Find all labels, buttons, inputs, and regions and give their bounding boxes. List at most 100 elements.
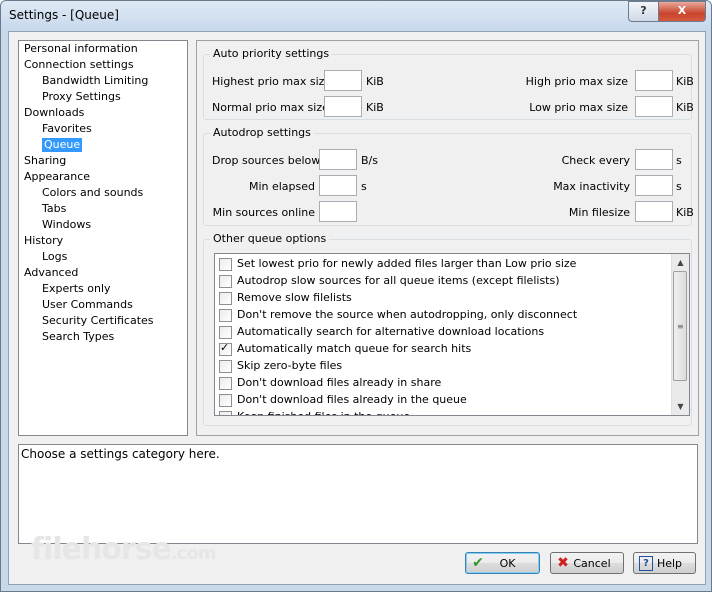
- high-prio-input[interactable]: [635, 70, 673, 91]
- window-title: Settings - [Queue]: [9, 8, 119, 22]
- tree-item-windows[interactable]: Windows: [42, 218, 91, 232]
- vertical-scrollbar[interactable]: ▲ ≡ ▼: [671, 254, 689, 415]
- min-elapsed-label: Min elapsed: [248, 180, 315, 193]
- queue-option-item[interactable]: Autodrop slow sources for all queue item…: [215, 273, 671, 290]
- help-title-button[interactable]: ?: [628, 1, 659, 22]
- drop-sources-below-input[interactable]: [319, 149, 357, 170]
- other-queue-options-group: Other queue options Keep finished files …: [203, 232, 692, 426]
- tree-item-experts-only[interactable]: Experts only: [42, 282, 111, 296]
- queue-option-item[interactable]: Set lowest prio for newly added files la…: [215, 256, 671, 273]
- checkbox[interactable]: [219, 275, 232, 288]
- checkbox[interactable]: [219, 377, 232, 390]
- auto-priority-title: Auto priority settings: [210, 47, 333, 60]
- min-filesize-label: Min filesize: [568, 206, 630, 219]
- highest-prio-unit: KiB: [366, 75, 384, 88]
- drop-sources-below-unit: B/s: [361, 154, 378, 167]
- max-inactivity-input[interactable]: [635, 175, 673, 196]
- dialog-client-area: Personal information Connection settings B…: [8, 31, 706, 585]
- tree-item-queue[interactable]: Queue: [42, 138, 83, 152]
- watermark-logo: filehorse.com: [31, 532, 217, 567]
- tree-item-colors-and-sounds[interactable]: Colors and sounds: [42, 186, 143, 200]
- scroll-down-arrow-icon[interactable]: ▼: [672, 398, 689, 415]
- tree-item-proxy-settings[interactable]: Proxy Settings: [42, 90, 121, 104]
- other-queue-options-title: Other queue options: [210, 232, 330, 245]
- check-every-input[interactable]: [635, 149, 673, 170]
- checkbox[interactable]: [219, 360, 232, 373]
- tree-item-downloads[interactable]: Downloads: [24, 106, 84, 120]
- high-prio-unit: KiB: [676, 75, 694, 88]
- normal-prio-unit: KiB: [366, 101, 384, 114]
- low-prio-unit: KiB: [676, 101, 694, 114]
- scroll-up-arrow-icon[interactable]: ▲: [672, 254, 689, 271]
- queue-option-label: Automatically match queue for search hit…: [237, 342, 472, 355]
- min-sources-online-label: Min sources online: [212, 206, 315, 219]
- max-inactivity-unit: s: [676, 180, 682, 193]
- queue-option-item[interactable]: Remove slow filelists: [215, 290, 671, 307]
- normal-prio-input[interactable]: [324, 96, 362, 117]
- settings-category-tree[interactable]: Personal information Connection settings B…: [18, 40, 188, 436]
- highest-prio-input[interactable]: [324, 70, 362, 91]
- cancel-button[interactable]: ✖ Cancel: [550, 552, 624, 574]
- help-button[interactable]: ? Help: [633, 552, 696, 574]
- queue-option-item[interactable]: Keep finished files in the queue: [215, 409, 671, 415]
- queue-option-label: Set lowest prio for newly added files la…: [237, 257, 577, 270]
- checkbox[interactable]: [219, 258, 232, 271]
- queue-option-item[interactable]: ✓ Automatically match queue for search hi…: [215, 341, 671, 358]
- drop-sources-below-label: Drop sources below: [212, 154, 321, 167]
- check-every-label: Check every: [561, 154, 630, 167]
- min-elapsed-unit: s: [361, 180, 367, 193]
- tree-item-history[interactable]: History: [24, 234, 63, 248]
- scroll-thumb[interactable]: ≡: [673, 271, 687, 381]
- scroll-grip-icon: ≡: [677, 322, 684, 331]
- tree-item-user-commands[interactable]: User Commands: [42, 298, 133, 312]
- tree-item-bandwidth-limiting[interactable]: Bandwidth Limiting: [42, 74, 148, 88]
- queue-option-label: Automatically search for alternative dow…: [237, 325, 545, 338]
- highest-prio-label: Highest prio max size: [212, 75, 332, 88]
- queue-options-list[interactable]: Keep finished files in the queue Don't do…: [214, 253, 690, 416]
- tree-item-logs[interactable]: Logs: [42, 250, 67, 264]
- min-filesize-input[interactable]: [635, 201, 673, 222]
- close-button[interactable]: X: [658, 1, 706, 22]
- tree-item-favorites[interactable]: Favorites: [42, 122, 92, 136]
- min-filesize-unit: KiB: [676, 206, 694, 219]
- tree-item-appearance[interactable]: Appearance: [24, 170, 90, 184]
- low-prio-label: Low prio max size: [529, 101, 628, 114]
- checkbox[interactable]: [219, 309, 232, 322]
- max-inactivity-label: Max inactivity: [553, 180, 630, 193]
- queue-option-item[interactable]: Don't remove the source when autodroppin…: [215, 307, 671, 324]
- tree-item-tabs[interactable]: Tabs: [42, 202, 66, 216]
- description-text: Choose a settings category here.: [21, 447, 220, 461]
- high-prio-label: High prio max size: [525, 75, 628, 88]
- queue-option-item[interactable]: Skip zero-byte files: [215, 358, 671, 375]
- min-elapsed-input[interactable]: [319, 175, 357, 196]
- checkbox[interactable]: [219, 394, 232, 407]
- tree-item-sharing[interactable]: Sharing: [24, 154, 66, 168]
- tree-item-security-certificates[interactable]: Security Certificates: [42, 314, 154, 328]
- autodrop-title: Autodrop settings: [210, 126, 314, 139]
- low-prio-input[interactable]: [635, 96, 673, 117]
- checkmark-icon: ✓: [220, 341, 230, 354]
- tree-item-search-types[interactable]: Search Types: [42, 330, 114, 344]
- queue-option-label: Autodrop slow sources for all queue item…: [237, 274, 560, 287]
- tree-item-personal-information[interactable]: Personal information: [24, 42, 138, 56]
- queue-option-item[interactable]: Don't download files already in the queu…: [215, 392, 671, 409]
- checkbox[interactable]: [219, 326, 232, 339]
- queue-option-label: Don't download files already in the queu…: [237, 393, 467, 406]
- normal-prio-label: Normal prio max size: [212, 101, 329, 114]
- check-every-unit: s: [676, 154, 682, 167]
- tree-item-advanced[interactable]: Advanced: [24, 266, 78, 280]
- queue-option-label: Keep finished files in the queue: [237, 410, 410, 415]
- tree-item-connection-settings[interactable]: Connection settings: [24, 58, 134, 72]
- queue-option-label: Don't download files already in share: [237, 376, 442, 389]
- checkbox[interactable]: [219, 292, 232, 305]
- queue-option-item[interactable]: Don't download files already in share: [215, 375, 671, 392]
- queue-settings-panel: Auto priority settings Highest prio max …: [196, 40, 699, 436]
- queue-option-item[interactable]: Automatically search for alternative dow…: [215, 324, 671, 341]
- checkbox[interactable]: ✓: [219, 341, 232, 356]
- settings-window: Settings - [Queue] ? X Personal informat…: [0, 0, 712, 592]
- checkbox[interactable]: [219, 411, 232, 415]
- queue-option-label: Don't remove the source when autodroppin…: [237, 308, 578, 321]
- auto-priority-group: Auto priority settings Highest prio max …: [203, 47, 694, 120]
- min-sources-online-input[interactable]: [319, 201, 357, 222]
- ok-button[interactable]: ✔ OK: [465, 552, 540, 574]
